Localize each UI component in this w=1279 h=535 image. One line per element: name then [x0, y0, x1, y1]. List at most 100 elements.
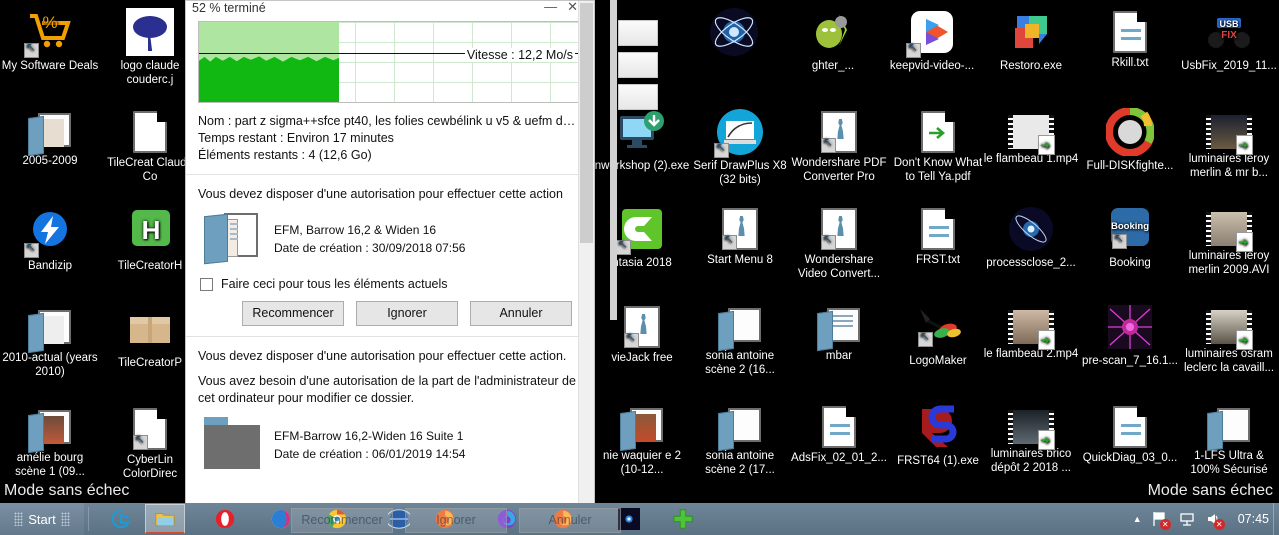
- taskbar-internet-explorer[interactable]: [101, 504, 141, 534]
- desktop-icon[interactable]: Don't Know What to Tell Ya.pdf: [888, 108, 988, 184]
- chess-shortcut-icon: [722, 208, 758, 250]
- camtasia-icon: [616, 205, 666, 255]
- clock[interactable]: 07:45: [1238, 512, 1269, 526]
- permission-item-date: Date de création : 06/01/2019 14:54: [274, 447, 466, 461]
- folder-icon: [817, 308, 861, 352]
- desktop-icon[interactable]: nie waquier e 2 (10-12...: [592, 403, 692, 477]
- desktop-icon[interactable]: le flambeau 2.mp4: [981, 303, 1081, 362]
- folder-photo-icon: [28, 410, 72, 454]
- desktop-icon[interactable]: luminaires leroy merlin 2009.AVI: [1179, 205, 1279, 277]
- permission-item: EFM-Barrow 16,2-Widen 16 Suite 1 Date de…: [198, 417, 582, 469]
- desktop-icon[interactable]: Booking Booking: [1080, 205, 1180, 271]
- cancel-button[interactable]: Annuler: [470, 301, 572, 326]
- minimize-icon[interactable]: —: [544, 1, 567, 14]
- desktop-icon[interactable]: FRST64 (1).exe: [888, 403, 988, 469]
- desktop-icon[interactable]: mbar: [789, 303, 889, 364]
- desktop-icon-label: My Software Deals: [1, 60, 99, 72]
- permission-item: EFM, Barrow 16,2 & Widen 16 Date de créa…: [198, 211, 582, 265]
- skip-button-2[interactable]: Ignorer: [405, 508, 507, 533]
- scrollbar-thumb[interactable]: [580, 3, 593, 243]
- desktop-icon-label: sonia antoine scène 2 (17...: [705, 450, 775, 476]
- start-label: Start: [28, 511, 56, 527]
- desktop-icon[interactable]: FRST.txt: [888, 205, 988, 268]
- desktop-icon[interactable]: QuickDiag_03_0...: [1080, 403, 1180, 466]
- retry-button[interactable]: Recommencer: [242, 301, 344, 326]
- logomaker-icon: [914, 303, 962, 351]
- desktop-icon-label: pre-scan_7_16.1...: [1082, 355, 1178, 367]
- desktop-icon[interactable]: sonia antoine scène 2 (17...: [690, 403, 790, 477]
- shortcut-arrow-icon: [714, 143, 729, 158]
- taskbar-file-explorer[interactable]: [145, 504, 185, 534]
- text-document-icon: [921, 207, 956, 250]
- desktop-icon[interactable]: Serif DrawPlus X8 (32 bits): [690, 108, 790, 187]
- taskbar-opera[interactable]: [205, 504, 245, 534]
- desktop-icon[interactable]: ntasia 2018: [592, 205, 692, 271]
- desktop-icon[interactable]: 2010-actual (years 2010): [0, 305, 100, 379]
- dialog-title: 52 % terminé: [192, 1, 266, 15]
- desktop-icon[interactable]: Wondershare Video Convert...: [789, 205, 889, 281]
- start-dots-icon: [60, 512, 70, 526]
- desktop-icon-label: Start Menu 8: [707, 254, 773, 266]
- svg-text:H: H: [142, 215, 161, 245]
- desktop-icon[interactable]: keepvid-video-...: [882, 8, 982, 74]
- cancel-button-2[interactable]: Annuler: [519, 508, 621, 533]
- flag-error-icon[interactable]: ✕: [1151, 510, 1171, 530]
- desktop-icon[interactable]: [684, 8, 784, 60]
- folder-icon: [1207, 408, 1251, 452]
- background-window-sliver[interactable]: [610, 0, 658, 320]
- muted-badge: ✕: [1213, 519, 1225, 530]
- apply-to-all-checkbox-row[interactable]: Faire ceci pour tous les éléments actuel…: [200, 277, 582, 291]
- desktop-icon[interactable]: USB FIX UsbFix_2019_11...: [1179, 8, 1279, 74]
- desktop-icon[interactable]: ghter_...: [783, 8, 883, 74]
- desktop-icon[interactable]: vieJack free: [592, 303, 692, 366]
- desktop-icon[interactable]: luminaires leroy merlin & mr b...: [1179, 108, 1279, 180]
- desktop-icon-label: amélie bourg scène 1 (09...: [15, 452, 85, 478]
- desktop-icon[interactable]: 1-LFS Ultra & 100% Sécurisé: [1179, 403, 1279, 477]
- desktop-icon[interactable]: sonia antoine scène 2 (16...: [690, 303, 790, 377]
- taskbar-green-plus[interactable]: [663, 504, 703, 534]
- monitor-download-icon: [618, 108, 666, 156]
- folder-icon: [718, 408, 762, 452]
- folder-grey-icon: [204, 417, 260, 469]
- desktop-icon[interactable]: Bandizip: [0, 208, 100, 274]
- system-tray[interactable]: ▲ ✕ ✕ 07:45: [1133, 503, 1273, 535]
- window-row: [618, 20, 658, 46]
- desktop-icon[interactable]: Start Menu 8: [690, 205, 790, 268]
- shortcut-arrow-icon: [821, 235, 836, 250]
- desktop-icon[interactable]: Rkill.txt: [1080, 8, 1180, 71]
- desktop-icon[interactable]: pre-scan_7_16.1...: [1080, 303, 1180, 369]
- safe-mode-watermark-right: Mode sans échec: [1147, 482, 1273, 499]
- start-button[interactable]: Start: [0, 503, 84, 535]
- copy-progress-dialog[interactable]: 52 % terminé —✕ Vitesse : 12,2 Mo/s Nom …: [185, 0, 595, 520]
- desktop-icon[interactable]: luminaires brico dépôt 2 2018 ...: [981, 403, 1081, 475]
- shopping-cart-percent-icon: %: [24, 8, 74, 58]
- desktop-icon-label: FRST.txt: [915, 254, 961, 266]
- document-icon: [133, 110, 168, 153]
- apply-to-all-checkbox[interactable]: [200, 277, 213, 291]
- skip-button[interactable]: Ignorer: [356, 301, 458, 326]
- desktop-icon[interactable]: 2005-2009: [0, 108, 100, 169]
- folder-icon: [204, 211, 260, 265]
- show-hidden-icons-button[interactable]: ▲: [1133, 514, 1142, 524]
- desktop-icon[interactable]: % My Software Deals: [0, 8, 100, 74]
- desktop-icon[interactable]: processclose_2...: [981, 205, 1081, 271]
- internet-explorer-icon: [111, 509, 131, 529]
- svg-text:FIX: FIX: [1221, 30, 1237, 41]
- desktop-icon[interactable]: LogoMaker: [888, 303, 988, 369]
- desktop-icon[interactable]: Full-DISKfighte...: [1080, 107, 1180, 174]
- desktop-icon[interactable]: luminaires osram leclerc la cavaill...: [1179, 303, 1279, 375]
- volume-muted-icon[interactable]: ✕: [1205, 510, 1225, 530]
- retry-button-2[interactable]: Recommencer: [291, 508, 393, 533]
- desktop-icon[interactable]: le flambeau 1.mp4: [981, 108, 1081, 167]
- desktop-icon[interactable]: AdsFix_02_01_2...: [789, 403, 889, 466]
- taskbar[interactable]: Start ▲ ✕ ✕ 07:45: [0, 503, 1279, 535]
- network-icon[interactable]: [1178, 510, 1196, 528]
- desktop-icon[interactable]: nworkshop (2).exe: [592, 108, 692, 174]
- bandizip-icon: [24, 208, 74, 258]
- dialog-scrollbar[interactable]: [578, 1, 594, 519]
- transfer-items-line: Éléments restants : 4 (12,6 Go): [198, 148, 372, 162]
- show-desktop-button[interactable]: [1273, 503, 1279, 535]
- desktop-icon[interactable]: Restoro.exe: [981, 8, 1081, 74]
- desktop-icon[interactable]: Wondershare PDF Converter Pro: [789, 108, 889, 184]
- desktop-icon[interactable]: amélie bourg scène 1 (09...: [0, 405, 100, 479]
